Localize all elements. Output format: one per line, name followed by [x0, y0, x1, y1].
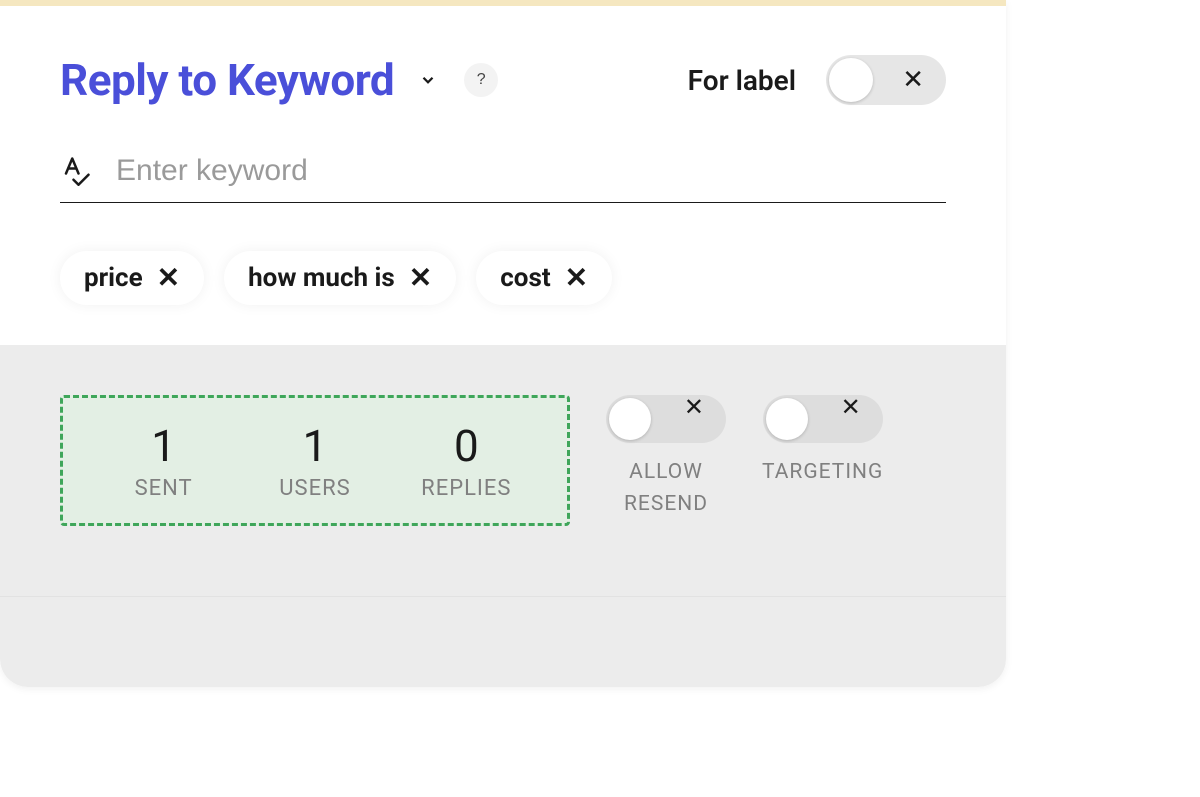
close-icon: ✕: [409, 262, 432, 293]
close-icon: ✕: [565, 262, 588, 293]
spellcheck-icon: [60, 155, 92, 187]
close-icon: ✕: [684, 395, 704, 419]
for-label-text: For label: [688, 64, 796, 97]
keyword-input-row: [60, 154, 946, 203]
stat-users: 1 USERS: [255, 420, 375, 501]
toggle-knob: [766, 398, 808, 440]
chips-row: price ✕ how much is ✕ cost ✕: [60, 251, 946, 305]
keyword-chip: price ✕: [60, 251, 204, 305]
stat-value: 1: [303, 420, 328, 472]
stat-sent: 1 SENT: [104, 420, 224, 501]
question-icon: ?: [477, 71, 486, 89]
toggle-knob: [829, 58, 873, 102]
allow-resend-col: ✕ ALLOW RESEND: [606, 395, 726, 520]
close-icon: ✕: [902, 67, 924, 93]
stat-label: SENT: [135, 476, 193, 501]
page-title: Reply to Keyword: [60, 54, 394, 106]
keyword-input[interactable]: [116, 154, 946, 188]
close-icon: ✕: [157, 262, 180, 293]
stat-value: 0: [454, 420, 479, 472]
stat-replies: 0 REPLIES: [406, 420, 526, 501]
reply-keyword-card: Reply to Keyword ? For label ✕: [0, 0, 1006, 687]
close-icon: ✕: [841, 395, 861, 419]
top-section: Reply to Keyword ? For label ✕: [0, 6, 1006, 345]
help-button[interactable]: ?: [464, 63, 498, 97]
chip-label: cost: [500, 263, 550, 293]
allow-resend-toggle[interactable]: ✕: [606, 395, 726, 443]
chip-remove-button[interactable]: ✕: [157, 264, 180, 292]
chevron-down-icon[interactable]: [416, 68, 440, 92]
stat-value: 1: [151, 420, 176, 472]
targeting-toggle[interactable]: ✕: [763, 395, 883, 443]
stat-label: USERS: [279, 476, 350, 501]
chip-label: price: [84, 263, 143, 293]
footer-space: [0, 597, 1006, 687]
stat-label: REPLIES: [421, 476, 511, 501]
keyword-chip: cost ✕: [476, 251, 612, 305]
chip-label: how much is: [248, 263, 395, 293]
for-label-toggle[interactable]: ✕: [826, 55, 946, 105]
toggle-label: ALLOW RESEND: [624, 457, 708, 520]
targeting-col: ✕ TARGETING: [762, 395, 883, 489]
toggle-label: TARGETING: [762, 457, 883, 489]
keyword-chip: how much is ✕: [224, 251, 456, 305]
stats-box: 1 SENT 1 USERS 0 REPLIES: [60, 395, 570, 526]
toggle-knob: [609, 398, 651, 440]
bottom-section: 1 SENT 1 USERS 0 REPLIES ✕ ALLOW RESEND …: [0, 345, 1006, 596]
chip-remove-button[interactable]: ✕: [409, 264, 432, 292]
header-row: Reply to Keyword ? For label ✕: [60, 54, 946, 106]
chip-remove-button[interactable]: ✕: [565, 264, 588, 292]
